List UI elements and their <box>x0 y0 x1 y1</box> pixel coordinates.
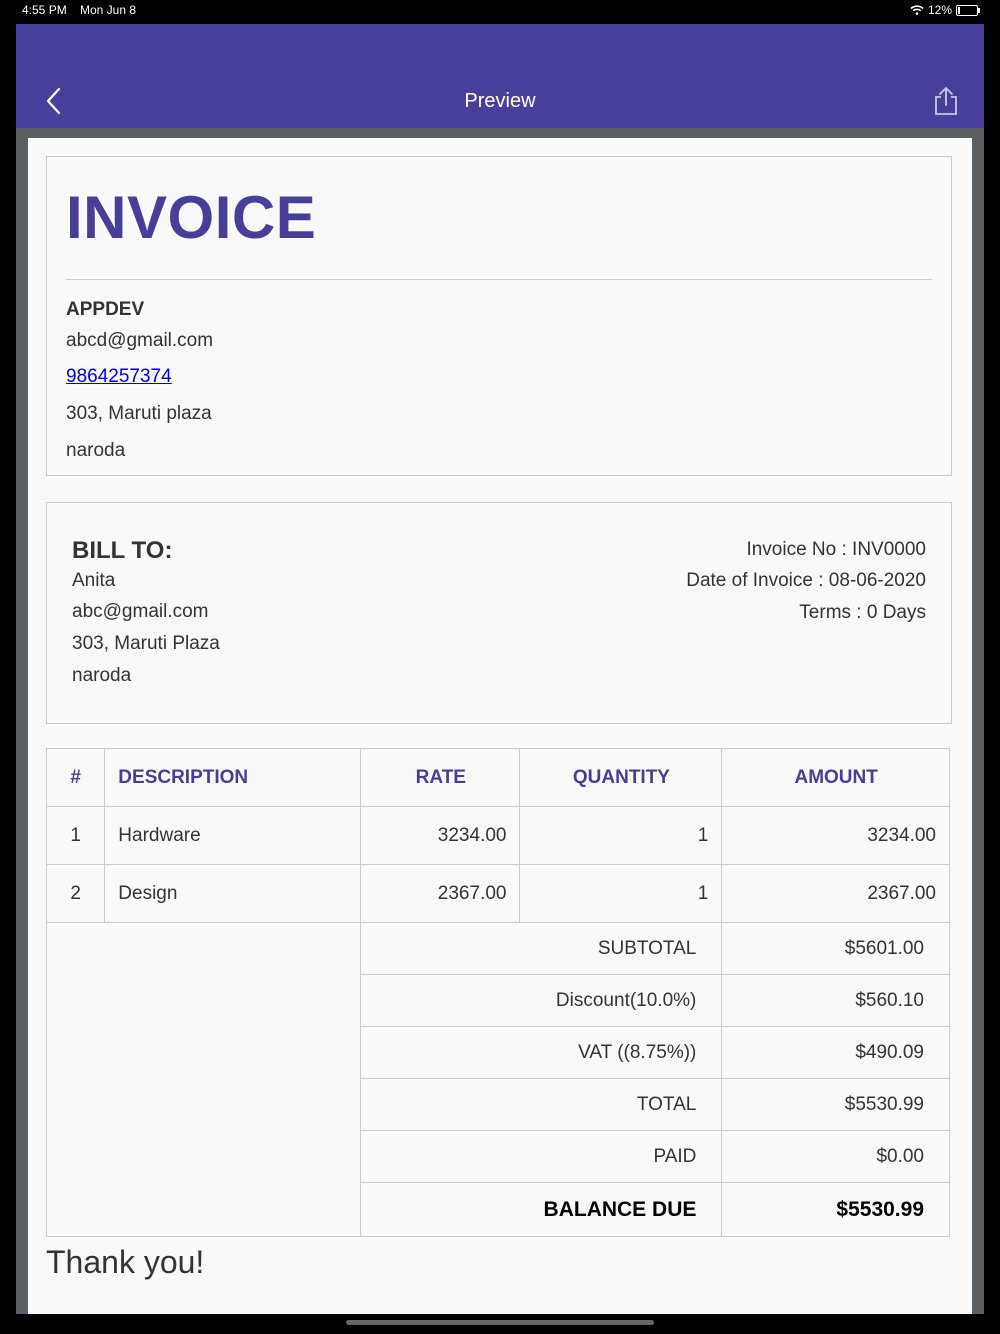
invoice-terms: Terms : 0 Days <box>799 602 926 623</box>
balance-due-value: $5530.99 <box>721 1182 950 1237</box>
share-icon <box>935 87 957 115</box>
company-address-line1: 303, Maruti plaza <box>66 403 212 424</box>
total-value: $5530.99 <box>721 1078 950 1131</box>
row-num: 2 <box>45 864 106 923</box>
paid-label: PAID <box>360 1130 723 1183</box>
table-header-row: # DESCRIPTION RATE QUANTITY AMOUNT <box>45 748 950 807</box>
row-rate: 3234.00 <box>360 806 521 865</box>
share-button[interactable] <box>932 86 960 116</box>
balance-due-label: BALANCE DUE <box>360 1182 723 1237</box>
bill-to-section: BILL TO: Anita abc@gmail.com 303, Maruti… <box>46 502 952 724</box>
header-amount: AMOUNT <box>721 748 950 807</box>
vat-value: $490.09 <box>721 1026 950 1079</box>
nav-title: Preview <box>464 90 536 112</box>
client-email: abc@gmail.com <box>72 601 209 622</box>
header-rate: RATE <box>360 748 521 807</box>
vat-label: VAT ((8.75%)) <box>360 1026 723 1079</box>
header-description: DESCRIPTION <box>104 748 362 807</box>
company-phone-wrap: 9864257374 <box>66 366 172 388</box>
invoice-preview[interactable]: INVOICE APPDEV abcd@gmail.com 9864257374… <box>28 138 972 1314</box>
battery-icon <box>956 4 980 16</box>
nav-bar: Preview <box>16 24 984 128</box>
paid-value: $0.00 <box>721 1130 950 1183</box>
invoice-date: Date of Invoice : 08-06-2020 <box>686 570 926 591</box>
company-phone-link[interactable]: 9864257374 <box>66 366 172 387</box>
total-label: TOTAL <box>360 1078 723 1131</box>
table-row: 2 Design 2367.00 1 2367.00 <box>45 864 950 923</box>
divider <box>66 279 932 280</box>
company-email: abcd@gmail.com <box>66 330 214 351</box>
wifi-icon <box>910 5 924 15</box>
battery-percent: 12% <box>927 3 952 17</box>
row-description: Design <box>104 864 362 923</box>
company-name: APPDEV <box>66 299 145 320</box>
subtotal-row: SUBTOTAL $5601.00 <box>45 922 950 1237</box>
header-num: # <box>45 748 106 807</box>
client-address-line2: naroda <box>72 665 132 686</box>
client-name: Anita <box>72 570 116 591</box>
invoice-heading: INVOICE <box>66 184 317 251</box>
header-quantity: QUANTITY <box>519 748 723 807</box>
home-indicator[interactable] <box>346 1320 654 1325</box>
client-address-line1: 303, Maruti Plaza <box>72 633 220 654</box>
thank-you-note: Thank you! <box>46 1244 205 1280</box>
app-window: Preview INVOICE APPDEV abcd@gmail.com 98… <box>16 24 984 1314</box>
row-num: 1 <box>45 806 106 865</box>
subtotal-value: $5601.00 <box>721 922 950 975</box>
row-amount: 3234.00 <box>721 806 950 865</box>
company-address-line2: naroda <box>66 440 126 461</box>
status-bar: 4:55 PM Mon Jun 8 12% <box>0 0 1000 22</box>
summary-blank-cell <box>45 922 362 1237</box>
row-description: Hardware <box>104 806 362 865</box>
invoice-number: Invoice No : INV0000 <box>746 539 926 560</box>
subtotal-label: SUBTOTAL <box>360 922 723 975</box>
row-amount: 2367.00 <box>721 864 950 923</box>
status-right: 12% <box>910 3 980 17</box>
discount-label: Discount(10.0%) <box>360 974 723 1027</box>
discount-value: $560.10 <box>721 974 950 1027</box>
status-date: Mon Jun 8 <box>80 3 137 17</box>
row-rate: 2367.00 <box>360 864 521 923</box>
company-section: INVOICE APPDEV abcd@gmail.com 9864257374… <box>46 156 952 476</box>
row-quantity: 1 <box>519 806 723 865</box>
bill-to-label: BILL TO: <box>72 537 173 564</box>
status-time: 4:55 PM <box>22 3 67 17</box>
table-row: 1 Hardware 3234.00 1 3234.00 <box>45 806 950 865</box>
row-quantity: 1 <box>519 864 723 923</box>
items-table: # DESCRIPTION RATE QUANTITY AMOUNT 1 Har… <box>45 748 950 1237</box>
